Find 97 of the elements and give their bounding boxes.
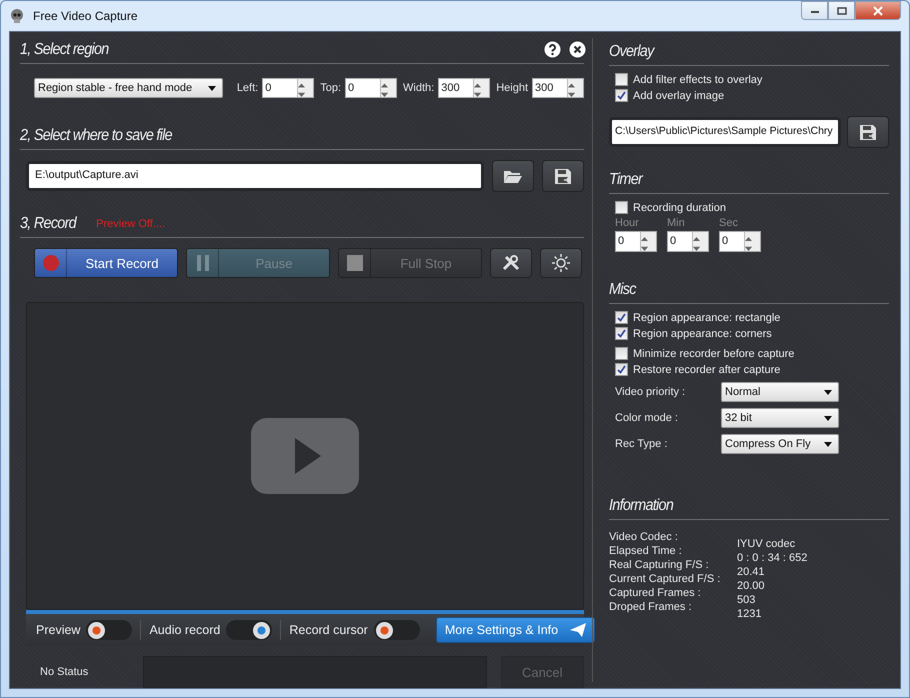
- toggle-label: Audio record: [149, 623, 220, 637]
- number-field[interactable]: 0: [345, 78, 398, 98]
- down-arrow-icon[interactable]: [298, 93, 306, 97]
- record-control-button[interactable]: Start Record: [34, 248, 178, 278]
- info-value: IYUV codec: [737, 537, 796, 551]
- info-label: Droped Frames :: [609, 600, 693, 614]
- info-value: 1231: [737, 607, 762, 621]
- paper-plane-icon: [570, 623, 586, 637]
- field-label: Min: [667, 217, 686, 229]
- section-heading: 2, Select where to save file: [20, 126, 172, 144]
- info-label: Captured Frames :: [609, 586, 702, 600]
- dropdown[interactable]: 32 bit: [721, 408, 839, 428]
- stop-icon: [346, 255, 362, 271]
- minimize-button[interactable]: [801, 1, 828, 20]
- checkbox[interactable]: [615, 347, 628, 360]
- preview-status-text: Preview Off....: [96, 218, 166, 230]
- more-settings-button[interactable]: More Settings & Info: [436, 617, 596, 643]
- dropdown[interactable]: Compress On Fly: [721, 434, 839, 454]
- settings-button[interactable]: [540, 248, 582, 278]
- help-icon[interactable]: [544, 41, 561, 58]
- save-icon: [553, 167, 573, 185]
- field-label: Color mode :: [615, 412, 679, 424]
- down-arrow-icon[interactable]: [568, 93, 575, 97]
- down-arrow-icon[interactable]: [474, 93, 482, 97]
- info-value: 20.00: [737, 579, 766, 593]
- section-heading: 3, Record: [20, 214, 76, 232]
- field-label: Hour: [615, 217, 640, 229]
- close-icon[interactable]: [569, 41, 586, 58]
- checkbox-label: Region appearance: rectangle: [633, 312, 780, 324]
- save-button[interactable]: [847, 116, 889, 148]
- checkbox-label: Recording duration: [633, 202, 726, 214]
- toggle-label: Preview: [36, 623, 80, 637]
- checkbox[interactable]: [615, 89, 628, 102]
- window-title: Free Video Capture: [33, 9, 139, 23]
- play-icon: [251, 418, 359, 494]
- section-heading: 1, Select region: [20, 40, 109, 58]
- status-text: No Status: [39, 666, 90, 678]
- toggle-switch[interactable]: [86, 620, 132, 640]
- down-arrow-icon[interactable]: [693, 247, 700, 251]
- open-folder-button[interactable]: [492, 160, 534, 192]
- field-label: Height: [496, 82, 528, 94]
- close-button[interactable]: [855, 1, 901, 20]
- maximize-button[interactable]: [828, 1, 855, 20]
- dropdown[interactable]: Normal: [721, 382, 839, 402]
- down-arrow-icon[interactable]: [381, 93, 388, 97]
- sun-icon: [551, 254, 571, 272]
- toggle-label: Record cursor: [289, 623, 368, 637]
- info-label: Video Codec :: [609, 530, 679, 544]
- record-icon: [42, 255, 58, 271]
- number-field[interactable]: 300: [532, 78, 584, 98]
- checkbox[interactable]: [615, 363, 628, 376]
- info-value: 20.41: [737, 565, 766, 579]
- save-button[interactable]: [542, 160, 584, 192]
- pause-icon: [194, 255, 210, 271]
- info-label: Elapsed Time :: [609, 544, 683, 558]
- info-value: 503: [737, 593, 756, 607]
- close-icon: [873, 6, 883, 16]
- checkbox[interactable]: [615, 73, 628, 86]
- checkbox-label: Restore recorder after capture: [633, 364, 780, 376]
- app-icon: [9, 8, 25, 24]
- field-label: Sec: [719, 217, 739, 229]
- checkbox[interactable]: [615, 311, 628, 324]
- checkbox-label: Region appearance: corners: [633, 328, 772, 340]
- field-label: Left:: [236, 82, 258, 94]
- caret-icon: [824, 442, 832, 446]
- section-heading: Timer: [609, 170, 642, 188]
- maximize-icon: [836, 6, 846, 14]
- down-arrow-icon[interactable]: [745, 247, 752, 251]
- info-value: 0 : 0 : 34 : 652: [737, 551, 808, 565]
- section-heading: Information: [609, 496, 674, 514]
- image-path-field[interactable]: C:\Users\Public\Pictures\Sample Pictures\Chry: [609, 117, 841, 147]
- toggle-switch[interactable]: [374, 620, 420, 640]
- field-label: Rec Type :: [615, 438, 668, 450]
- caret-icon: [824, 416, 832, 420]
- info-label: Current Captured F/S :: [609, 572, 722, 586]
- section-heading: Overlay: [609, 42, 654, 60]
- file-path-field[interactable]: E:\output\Capture.avi: [26, 161, 484, 191]
- caret-icon: [208, 86, 216, 90]
- wrench-icon: [501, 254, 521, 272]
- field-label: Width:: [403, 82, 434, 94]
- down-arrow-icon[interactable]: [641, 247, 648, 251]
- info-label: Real Capturing F/S :: [609, 558, 710, 572]
- section-heading: Misc: [609, 280, 636, 298]
- toggle-switch[interactable]: [226, 620, 272, 640]
- dropdown[interactable]: Region stable - free hand mode: [34, 78, 223, 98]
- checkbox[interactable]: [615, 327, 628, 340]
- field-label: Top:: [320, 82, 342, 94]
- field-label: Video priority :: [615, 386, 686, 398]
- checkbox[interactable]: [615, 201, 628, 214]
- checkbox-label: Minimize recorder before capture: [633, 348, 794, 360]
- number-field[interactable]: 0: [262, 78, 314, 98]
- caret-icon: [824, 390, 832, 394]
- tools-button[interactable]: [490, 248, 532, 278]
- save-icon: [858, 123, 878, 141]
- checkbox-label: Add filter effects to overlay: [633, 74, 762, 86]
- number-field[interactable]: 300: [438, 78, 490, 98]
- checkbox-label: Add overlay image: [633, 90, 724, 102]
